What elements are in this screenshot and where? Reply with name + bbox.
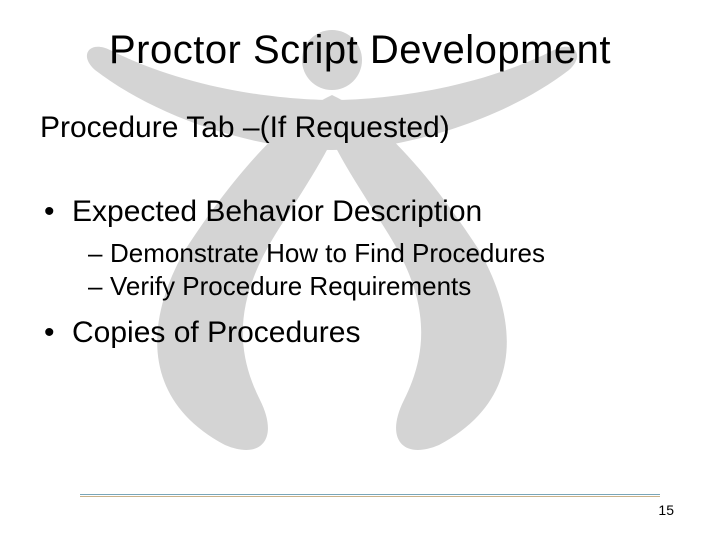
footer-divider [80,494,660,496]
bullet-level2: –Verify Procedure Requirements [88,270,680,303]
slide-title: Proctor Script Development [40,28,680,73]
bullet-text: Demonstrate How to Find Procedures [110,238,545,268]
bullet-text: Copies of Procedures [72,316,361,349]
slide-subtitle: Procedure Tab –(If Requested) [40,111,680,145]
bullet-text: Expected Behavior Description [72,195,482,228]
bullet-level1: •Copies of Procedures [44,316,680,350]
bullet-text: Verify Procedure Requirements [110,271,471,301]
page-number: 15 [658,502,674,518]
bullet-level1: •Expected Behavior Description [44,195,680,229]
bullet-level2: –Demonstrate How to Find Procedures [88,237,680,270]
